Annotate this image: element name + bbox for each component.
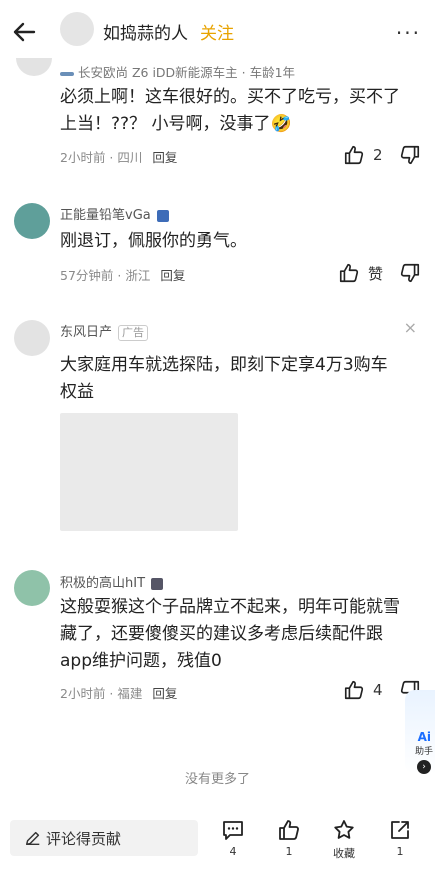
star-icon [334, 820, 354, 839]
comment-count: 4 [229, 845, 237, 858]
level-badge-icon [156, 209, 169, 222]
advertiser-avatar[interactable] [14, 320, 50, 356]
close-icon[interactable]: × [404, 318, 417, 337]
pencil-icon [25, 831, 40, 846]
username[interactable]: 积极的高山hIT [60, 572, 164, 591]
comment-meta: 57分钟前 · 浙江 回复 [60, 268, 186, 283]
ai-label[interactable]: Ai [418, 730, 431, 744]
share-icon [391, 821, 409, 839]
avatar[interactable] [14, 570, 50, 606]
share-count: 1 [396, 845, 404, 858]
thumb-up-icon[interactable] [338, 262, 360, 284]
comment-actions: 2 [343, 144, 421, 166]
author-avatar[interactable] [60, 12, 94, 46]
like-count: 2 [373, 146, 383, 164]
ad-image[interactable] [60, 413, 238, 531]
reply-button[interactable]: 回复 [152, 686, 177, 701]
like-count: 1 [285, 845, 293, 858]
like-button[interactable]: 1 [269, 818, 309, 858]
comment-actions: 赞 [338, 262, 421, 284]
thumb-up-icon[interactable] [343, 679, 365, 701]
reply-button[interactable]: 回复 [160, 268, 185, 283]
favorite-label: 收藏 [333, 847, 355, 860]
ai-sub-label[interactable]: 助手 [415, 744, 433, 757]
comment-text: 必须上啊！这车很好的。买不了吃亏，买不了 上当！??？ 小号啊，没事了🤣 [60, 87, 400, 134]
comment-text: 刚退订，佩服你的勇气。 [60, 231, 247, 251]
advertiser-name[interactable]: 东风日产 广告 [60, 321, 149, 341]
thumb-down-icon[interactable] [399, 144, 421, 166]
bottom-bar: 评论得贡献 4 1 收藏 1 [0, 812, 435, 877]
thumb-up-icon[interactable] [343, 144, 365, 166]
share-button[interactable]: 1 [380, 818, 420, 858]
top-bar: 如捣蒜的人 关注 ··· [0, 0, 435, 58]
like-label: 赞 [367, 264, 383, 283]
no-more-text: 没有更多了 [184, 772, 250, 787]
comment-placeholder: 评论得贡献 [46, 830, 122, 848]
car-badge-icon [60, 71, 74, 76]
comment-meta: 2小时前 · 福建 回复 [60, 686, 178, 701]
comment-text: 这般耍猴这个子品牌立不起来，明年可能就雪 藏了，还要傻傻买的建议多考虑后续配件跟… [60, 597, 400, 671]
reply-button[interactable]: 回复 [152, 150, 177, 165]
follow-button[interactable]: 关注 [200, 19, 234, 44]
thumb-down-icon[interactable] [399, 262, 421, 284]
thumb-up-icon [279, 820, 299, 840]
comment-meta: 2小时前 · 四川 回复 [60, 150, 178, 165]
author-name[interactable]: 如捣蒜的人 [103, 19, 188, 44]
username[interactable]: 正能量铅笔vGa [60, 204, 169, 223]
comment-input[interactable]: 评论得贡献 [10, 820, 198, 856]
comment-button[interactable]: 4 [213, 818, 253, 858]
favorite-button[interactable]: 收藏 [324, 818, 364, 861]
more-icon[interactable]: ··· [396, 23, 421, 43]
level-badge-icon [151, 577, 164, 590]
user-badge: 长安欧尚 Z6 iDD新能源车主 · 车龄1年 [60, 62, 295, 81]
back-arrow-icon[interactable] [10, 18, 38, 46]
ad-text[interactable]: 大家庭用车就选探陆，即刻下定享4万3购车 权益 [60, 352, 420, 406]
like-count: 4 [373, 681, 383, 699]
avatar[interactable] [14, 203, 50, 239]
comment-icon [223, 821, 243, 840]
ad-tag: 广告 [118, 325, 149, 341]
